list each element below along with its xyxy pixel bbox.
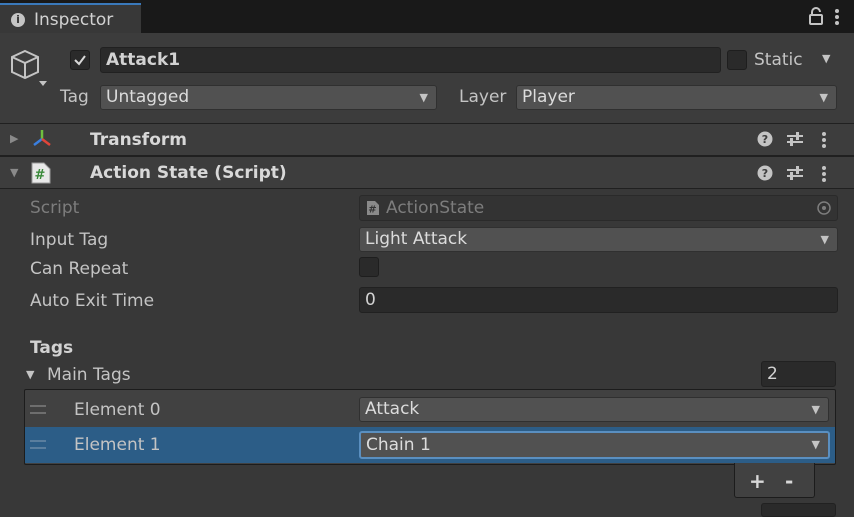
foldout-collapsed-icon[interactable]: ▶ (10, 132, 18, 145)
main-tags-label[interactable]: Main Tags (47, 365, 131, 385)
script-object-field[interactable]: # ActionState (359, 195, 838, 221)
input-tag-dropdown[interactable]: Light Attack ▼ (359, 227, 838, 252)
element-0-value: Attack (365, 399, 420, 419)
gameobject-name-input[interactable]: Attack1 (100, 47, 721, 73)
script-label: Script (30, 198, 80, 218)
tab-title: Inspector (34, 10, 114, 30)
preset-icon[interactable] (786, 165, 804, 186)
transform-title: Transform (90, 130, 187, 150)
element-1-value: Chain 1 (366, 435, 431, 455)
tag-label: Tag (60, 87, 89, 107)
svg-text:#: # (35, 168, 46, 183)
script-file-icon: # (31, 162, 51, 189)
tags-section-header: Tags (30, 338, 74, 358)
layer-dropdown[interactable]: Player ▼ (516, 85, 837, 110)
help-icon[interactable]: ? (757, 165, 773, 186)
input-tag-label: Input Tag (30, 230, 109, 250)
tag-dropdown[interactable]: Untagged ▼ (100, 85, 437, 110)
help-icon[interactable]: ? (757, 131, 773, 152)
info-icon: i (11, 13, 25, 27)
drag-handle-icon[interactable] (30, 440, 46, 449)
chevron-down-icon: ▼ (811, 403, 820, 416)
layer-label: Layer (459, 87, 507, 107)
svg-text:?: ? (762, 167, 768, 180)
auto-exit-time-input[interactable]: 0 (359, 287, 838, 313)
kebab-menu-icon[interactable] (834, 8, 840, 31)
transform-icon (31, 128, 53, 155)
tag-value: Untagged (106, 87, 190, 107)
static-label: Static (754, 50, 803, 70)
svg-text:#: # (368, 205, 376, 216)
transform-component-header[interactable]: ▶ Transform ? (0, 123, 854, 156)
drag-handle-icon[interactable] (30, 405, 46, 414)
chevron-down-icon: ▼ (820, 233, 829, 246)
add-element-button[interactable]: + (749, 469, 766, 493)
auto-exit-time-label: Auto Exit Time (30, 291, 155, 311)
layer-value: Player (522, 87, 575, 107)
element-1-label: Element 1 (74, 435, 161, 455)
tab-bar: i Inspector (0, 0, 854, 33)
list-footer: + - (734, 463, 815, 498)
chevron-down-icon: ▼ (419, 91, 428, 104)
element-0-label: Element 0 (74, 400, 161, 420)
gameobject-header: Attack1 Static ▼ Tag Untagged ▼ Layer Pl… (0, 33, 854, 124)
object-picker-icon[interactable] (817, 201, 831, 215)
input-tag-value: Light Attack (365, 229, 468, 249)
element-0-dropdown[interactable]: Attack ▼ (359, 397, 829, 422)
preset-icon[interactable] (786, 131, 804, 152)
action-state-title: Action State (Script) (90, 163, 287, 183)
static-checkbox[interactable] (727, 50, 747, 70)
gameobject-cube-icon[interactable] (9, 48, 51, 93)
script-file-icon: # (367, 201, 379, 216)
static-dropdown-caret-icon[interactable]: ▼ (822, 52, 830, 65)
kebab-menu-icon[interactable] (821, 165, 827, 188)
chevron-down-icon: ▼ (811, 438, 820, 451)
chevron-down-icon: ▼ (819, 91, 828, 104)
element-1-dropdown[interactable]: Chain 1 ▼ (359, 431, 830, 459)
next-size-input[interactable] (761, 503, 836, 517)
remove-element-button[interactable]: - (785, 469, 793, 493)
foldout-expanded-icon[interactable]: ▼ (26, 368, 34, 381)
script-value: ActionState (386, 198, 485, 218)
foldout-expanded-icon[interactable]: ▼ (10, 166, 18, 179)
can-repeat-label: Can Repeat (30, 259, 129, 279)
active-checkbox[interactable] (70, 50, 90, 70)
action-state-component-header[interactable]: ▼ # Action State (Script) ? (0, 156, 854, 189)
lock-icon[interactable] (808, 7, 824, 30)
svg-text:?: ? (762, 133, 768, 146)
kebab-menu-icon[interactable] (821, 131, 827, 154)
main-tags-size-input[interactable]: 2 (761, 361, 836, 387)
can-repeat-checkbox[interactable] (359, 257, 379, 277)
tab-inspector[interactable]: i Inspector (0, 3, 141, 33)
